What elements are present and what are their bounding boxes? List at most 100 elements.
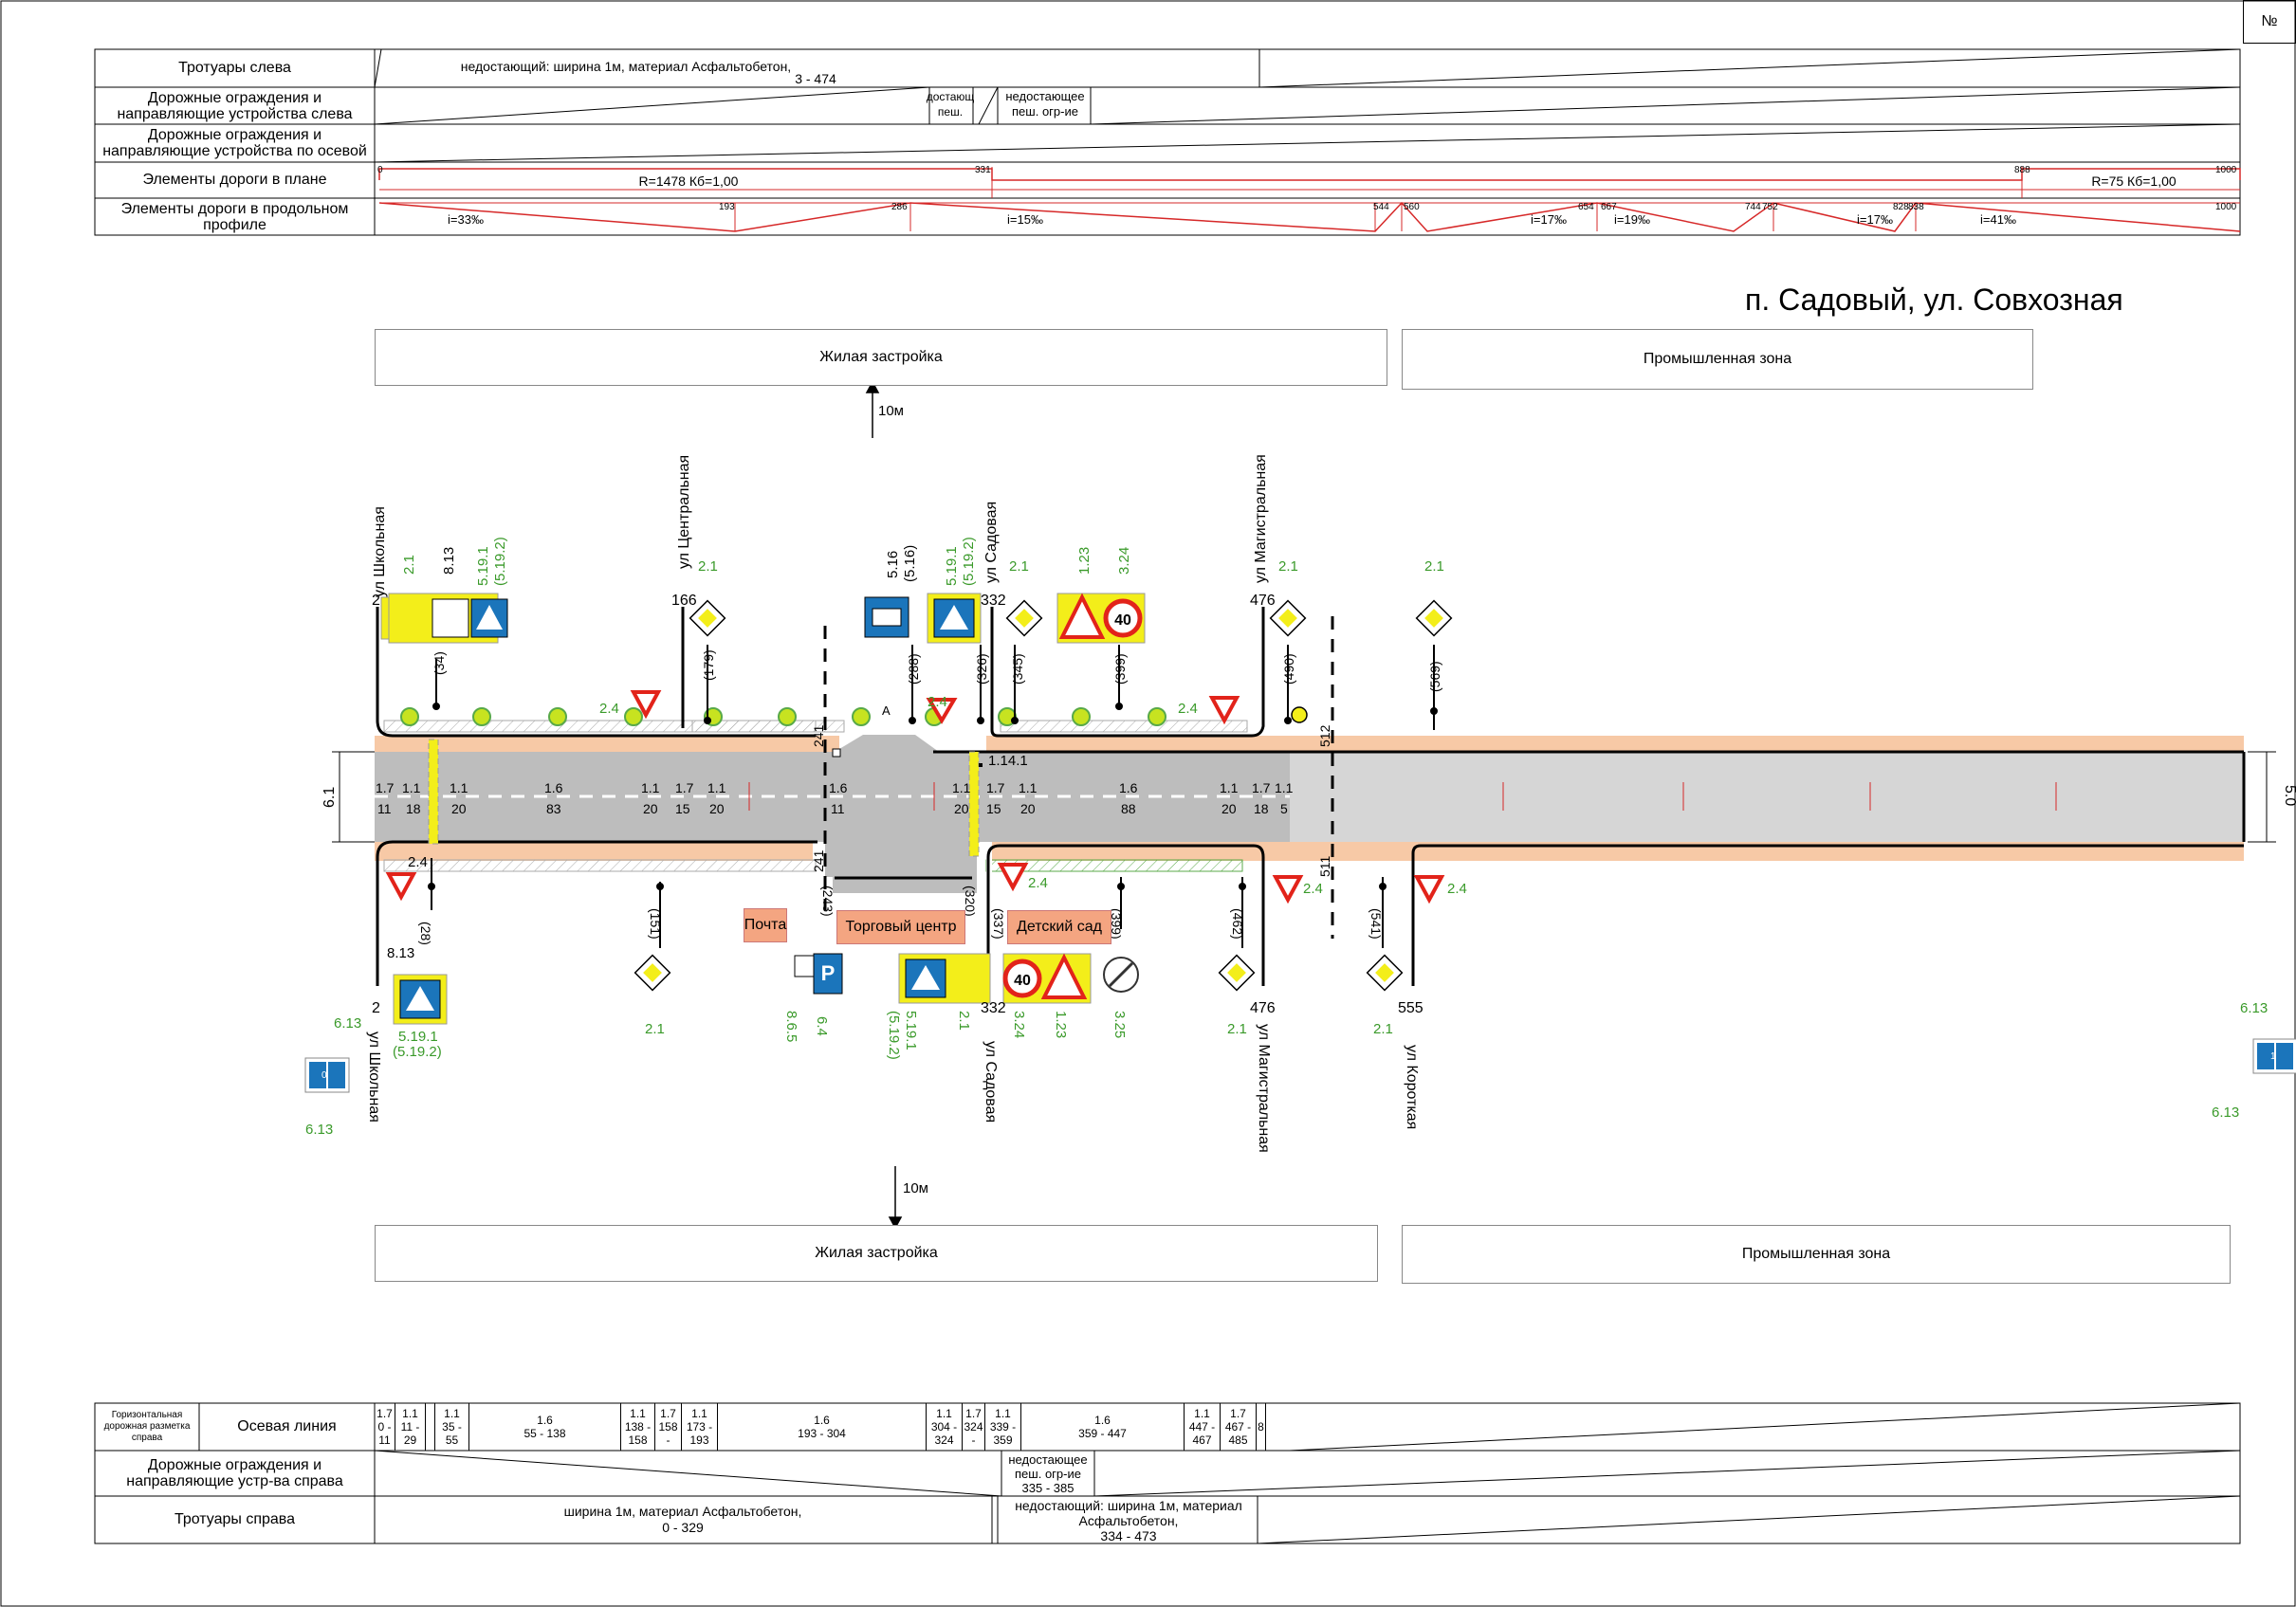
pos-top-569: (569) (1427, 661, 1442, 692)
sidewalk-right-text-2: 0 - 329 (662, 1520, 704, 1535)
grade-4: i=17‰ (1857, 212, 1893, 227)
building-pochta: Почта (744, 908, 787, 942)
sheet-number-box: № (2243, 0, 2296, 44)
km-166: 166 (671, 593, 697, 609)
plan-curve-1: R=1478 Кб=1,00 (639, 173, 739, 189)
len-20-e: 20 (1020, 801, 1036, 816)
sign-code-6-13-d: 6.13 (2212, 1105, 2239, 1121)
profile-tick-5: 667 (1601, 202, 1617, 212)
km-332-top: 332 (981, 593, 1006, 609)
mark-1-1-g: 1.1 (1220, 780, 1239, 795)
sign-code-2-4-f: 2.4 (1303, 881, 1323, 897)
sidewalk-right-text-5: 334 - 473 (1100, 1528, 1157, 1543)
marking-cell: 1.7 0 -11 (375, 1403, 395, 1451)
width-left: 6.1 (321, 787, 338, 808)
barrier-left-a-2: пеш. (938, 105, 963, 119)
km-476-bottom: 476 (1250, 1000, 1276, 1016)
barrier-right-text-2: пеш. огр-ие (1015, 1467, 1081, 1481)
marking-cell: 1.1 11 -29 (395, 1403, 426, 1451)
road-plan-drawing: P 40 40 недостающий: ширина 1м, материал… (0, 0, 2296, 1607)
sign-code-3-25: 3.25 (1111, 1011, 1128, 1038)
mark-1-7-b: 1.7 (675, 780, 694, 795)
profile-tick-1: 286 (891, 202, 908, 212)
street-sadovaya-top: ул Садовая (983, 502, 1000, 583)
len-15-a: 15 (675, 801, 690, 816)
barrier-left-a-1: достающ (927, 90, 975, 103)
len-18-b: 18 (1254, 801, 1269, 816)
sign-code-6-13-b: 6.13 (305, 1122, 333, 1138)
marking-cell: 1.1 339 -359 (985, 1403, 1021, 1451)
grade-1: i=15‰ (1007, 212, 1043, 227)
sign-code-8-13-b: 8.13 (387, 945, 414, 961)
mark-1-1-h: 1.1 (1275, 780, 1294, 795)
row-label-barrier-axis: Дорожные ограждения и направляющие устро… (96, 125, 374, 161)
pos-bottom-462: (462) (1230, 908, 1245, 940)
profile-tick-3: 560 (1404, 202, 1420, 212)
sign-code-5-19-1-b: 5.19.1 (944, 546, 960, 586)
len-18-a: 18 (406, 801, 421, 816)
profile-tick-8: 828 (1893, 202, 1909, 212)
marking-cell: 1.1 138 -158 (621, 1403, 655, 1451)
pos-bottom-28: (28) (418, 922, 433, 945)
plan-tick-3: 1000 (2215, 165, 2237, 175)
mark-1-7-c: 1.7 (986, 780, 1005, 795)
pos-bottom-541: (541) (1368, 908, 1384, 940)
row-label-profile: Элементы дороги в продольном профиле (96, 199, 374, 234)
mark-1-1-f: 1.1 (1019, 780, 1038, 795)
len-5: 5 (1280, 801, 1288, 816)
street-magistralnaya-bottom: ул Магистральная (1256, 1024, 1272, 1153)
len-15-b: 15 (986, 801, 1001, 816)
sidewalk-right-cell-2: недостающий: ширина 1м, материал Асфальт… (1000, 1498, 1258, 1543)
plan-curve-2: R=75 Кб=1,00 (2091, 173, 2177, 189)
width-right: 5.0 (2282, 785, 2296, 806)
mark-1-1-a: 1.1 (402, 780, 421, 795)
street-shkolnaya-top: ул Школьная (372, 506, 388, 597)
sign-code-2-1-a: 2.1 (401, 555, 417, 575)
pos-top-34: (34) (432, 651, 447, 675)
sidewalk-right-text-3: недостающий: ширина 1м, материал (1015, 1498, 1242, 1513)
svg-text:P: P (821, 961, 836, 985)
sign-code-6-13-a: 6.13 (334, 1015, 361, 1032)
zone-top-left: Жилая застройка (375, 329, 1387, 386)
sign-code-8-6-5: 8.6.5 (783, 1011, 799, 1042)
sidewalk-right-cell-1: ширина 1м, материал Асфальтобетон, 0 - 3… (474, 1504, 891, 1536)
mark-1-6-c: 1.6 (1119, 780, 1138, 795)
profile-tick-6: 744 (1745, 202, 1761, 212)
mark-1-7-d: 1.7 (1252, 780, 1271, 795)
pos-top-288: (288) (906, 653, 921, 685)
street-shkolnaya-bottom: ул Школьная (366, 1032, 382, 1123)
sign-code-1-14-1: 1.14.1 (988, 753, 1028, 769)
barrier-right-text-3: 335 - 385 (1021, 1481, 1075, 1495)
marking-cell: 1.7 324- (963, 1403, 985, 1451)
len-20-c: 20 (709, 801, 725, 816)
marking-cell: 1.7 158- (655, 1403, 682, 1451)
sign-code-2-4-g: 2.4 (1447, 881, 1467, 897)
marking-cell: 1.1 304 -324 (927, 1403, 963, 1451)
marking-cell: 1.6 193 - 304 (718, 1403, 927, 1451)
marking-cells: 1.7 0 -11 1.1 11 -29 1.1 35 -55 1.6 55 - 138… (375, 1403, 1292, 1451)
profile-tick-7: 752 (1762, 202, 1778, 212)
sign-code-5-16: 5.16 (885, 551, 901, 578)
building-torgoviy: Торговый центр (836, 910, 965, 944)
len-20-a: 20 (451, 801, 467, 816)
sign-code-6-13-c: 6.13 (2240, 1000, 2268, 1016)
marking-cell: 8 (1257, 1403, 1266, 1451)
km-555: 555 (1398, 1000, 1424, 1016)
mark-1-1-d: 1.1 (707, 780, 726, 795)
street-centralnaya: ул Центральная (676, 455, 692, 569)
profile-tick-0: 193 (719, 202, 735, 212)
marking-cell: 1.1 35 -55 (435, 1403, 469, 1451)
svg-text:40: 40 (1014, 973, 1031, 989)
sidewalk-left-text-1: недостающий: ширина 1м, материал Асфальт… (461, 59, 791, 74)
sidewalk-left-text-2: 3 - 474 (795, 71, 836, 86)
mark-1-7-a: 1.7 (376, 780, 395, 795)
sign-code-2-1-b: 2.1 (698, 558, 718, 575)
mark-1-6-a: 1.6 (544, 780, 563, 795)
len-11-a: 11 (377, 801, 392, 816)
plan-tick-1: 331 (975, 165, 991, 175)
barrier-left-b-2: пеш. огр-ие (1012, 104, 1078, 119)
plan-tick-2: 888 (2014, 165, 2030, 175)
sign-code-5-19-2-a: (5.19.2) (492, 537, 508, 586)
km-sign-0-a: 0 (321, 1070, 327, 1081)
sign-code-1-23-b: 1.23 (1053, 1011, 1069, 1038)
